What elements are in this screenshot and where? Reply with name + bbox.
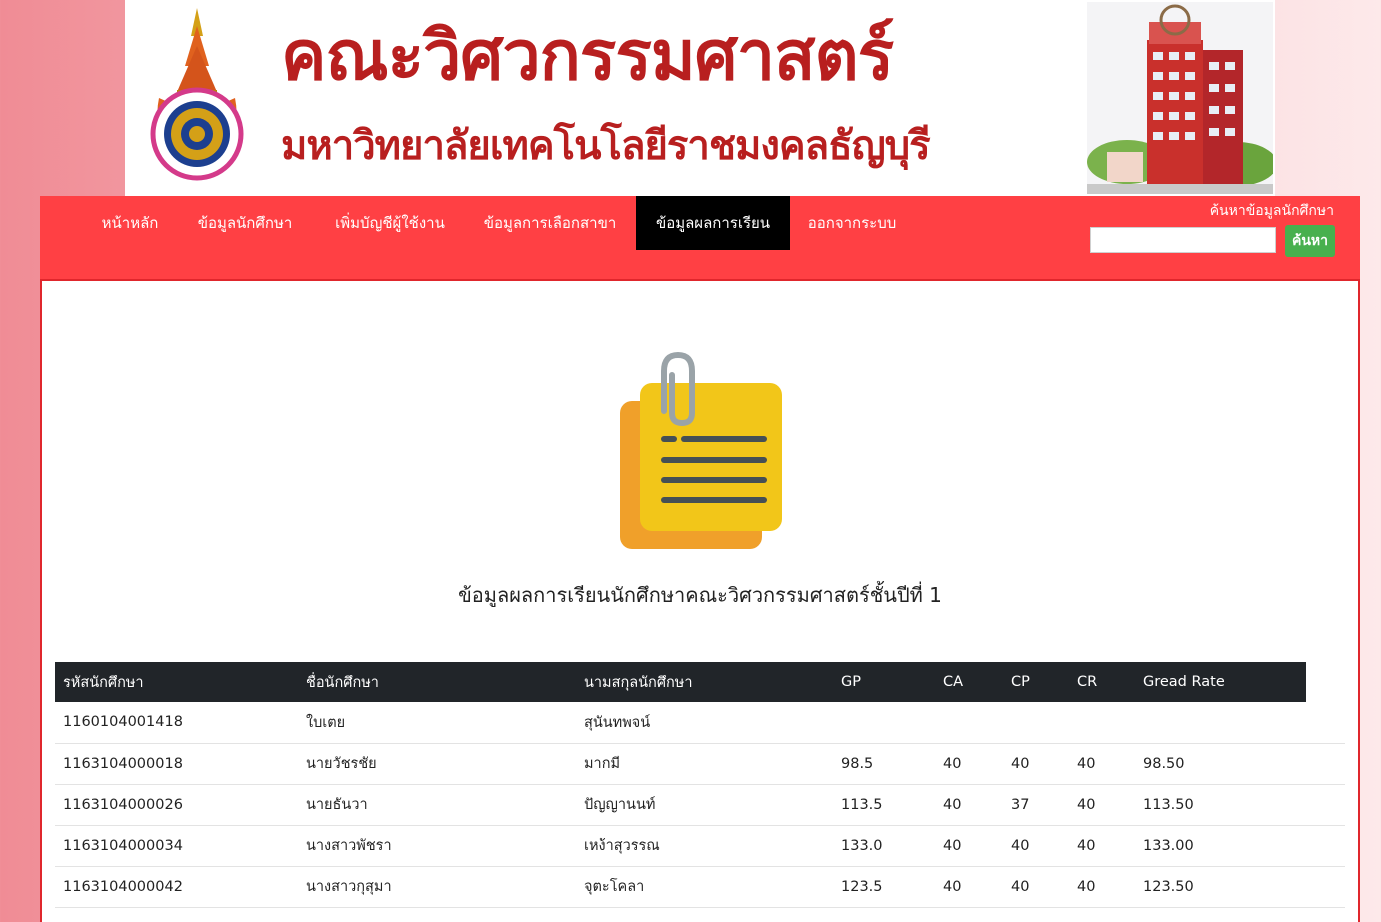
cell-spacer <box>1306 784 1345 826</box>
results-table: รหัสนักศึกษา ชื่อนักศึกษา นามสกุลนักศึกษ… <box>55 662 1345 908</box>
cell-cp: 40 <box>1003 825 1069 867</box>
banner-title: คณะวิศวกรรมศาสตร์ <box>281 17 894 96</box>
cell-cp: 40 <box>1003 866 1069 908</box>
cell-last-name: จุตะโคลา <box>576 866 833 908</box>
main-nav: หน้าหลัก ข้อมูลนักศึกษา เพิ่มบัญชีผู้ใช้… <box>40 196 1360 280</box>
cell-student-id: 1163104000026 <box>55 784 298 826</box>
cell-cp: 40 <box>1003 743 1069 785</box>
cell-spacer <box>1306 743 1345 785</box>
cell-gp: 133.0 <box>833 825 935 867</box>
column-header-ca: CA <box>935 662 1003 702</box>
page-heading: ข้อมูลผลการเรียนนักศึกษาคณะวิศวกรรมศาสตร… <box>458 583 942 607</box>
column-header-cr: CR <box>1069 662 1135 702</box>
cell-student-id: 1163104000034 <box>55 825 298 867</box>
table-row: 1163104000026 นายธันวา ปัญญานนท์ 113.5 4… <box>55 784 1345 826</box>
search-input[interactable] <box>1090 227 1276 253</box>
nav-item-grades[interactable]: ข้อมูลผลการเรียน <box>636 196 790 250</box>
cell-ca: 40 <box>935 743 1003 785</box>
cell-cr: 40 <box>1069 825 1135 867</box>
table-header-row: รหัสนักศึกษา ชื่อนักศึกษา นามสกุลนักศึกษ… <box>55 662 1345 702</box>
cell-cr: 40 <box>1069 866 1135 908</box>
cell-cr: 40 <box>1069 743 1135 785</box>
table-row: 1160104001418 ใบเตย สุนันทพจน์ <box>55 702 1345 744</box>
cell-spacer <box>1306 702 1345 744</box>
cell-grade-rate: 98.50 <box>1135 743 1306 785</box>
cell-cp <box>1003 702 1069 744</box>
header-spacer <box>1306 662 1345 702</box>
cell-last-name: สุนันทพจน์ <box>576 702 833 744</box>
cell-student-id: 1163104000018 <box>55 743 298 785</box>
cell-first-name: นายวัชรชัย <box>298 743 576 785</box>
cell-student-id: 1160104001418 <box>55 702 298 744</box>
nav-item-home[interactable]: หน้าหลัก <box>84 196 176 250</box>
cell-first-name: นายธันวา <box>298 784 576 826</box>
table-row: 1163104000042 นางสาวกุสุมา จุตะโคลา 123.… <box>55 866 1345 908</box>
table-row: 1163104000018 นายวัชรชัย มากมี 98.5 40 4… <box>55 743 1345 785</box>
cell-student-id: 1163104000042 <box>55 866 298 908</box>
cell-spacer <box>1306 866 1345 908</box>
column-header-gp: GP <box>833 662 935 702</box>
sticky-notes-icon <box>620 351 782 549</box>
column-header-cp: CP <box>1003 662 1069 702</box>
university-seal-icon <box>150 8 244 181</box>
nav-item-add-account[interactable]: เพิ่มบัญชีผู้ใช้งาน <box>316 196 464 250</box>
cell-ca <box>935 702 1003 744</box>
cell-grade-rate: 123.50 <box>1135 866 1306 908</box>
nav-item-students[interactable]: ข้อมูลนักศึกษา <box>180 196 310 250</box>
cell-cr: 40 <box>1069 784 1135 826</box>
column-header-first-name: ชื่อนักศึกษา <box>298 662 576 702</box>
cell-gp: 98.5 <box>833 743 935 785</box>
cell-gp <box>833 702 935 744</box>
cell-cr <box>1069 702 1135 744</box>
banner: คณะวิศวกรรมศาสตร์ มหาวิทยาลัยเทคโนโลยีรา… <box>125 0 1275 196</box>
cell-first-name: นางสาวพัชรา <box>298 825 576 867</box>
cell-grade-rate: 113.50 <box>1135 784 1306 826</box>
nav-item-logout[interactable]: ออกจากระบบ <box>796 196 908 250</box>
table-row: 1163104000034 นางสาวพัชรา เหง้าสุวรรณ 13… <box>55 825 1345 867</box>
cell-last-name: มากมี <box>576 743 833 785</box>
content-panel: ข้อมูลผลการเรียนนักศึกษาคณะวิศวกรรมศาสตร… <box>40 279 1360 922</box>
nav-item-major-selection[interactable]: ข้อมูลการเลือกสาขา <box>468 196 632 250</box>
cell-last-name: เหง้าสุวรรณ <box>576 825 833 867</box>
cell-grade-rate: 133.00 <box>1135 825 1306 867</box>
search-label: ค้นหาข้อมูลนักศึกษา <box>1209 203 1334 219</box>
cell-ca: 40 <box>935 784 1003 826</box>
column-header-last-name: นามสกุลนักศึกษา <box>576 662 833 702</box>
cell-cp: 37 <box>1003 784 1069 826</box>
cell-gp: 123.5 <box>833 866 935 908</box>
column-header-student-id: รหัสนักศึกษา <box>55 662 298 702</box>
search-button[interactable]: ค้นหา <box>1285 225 1335 257</box>
faculty-building-image <box>1087 2 1273 194</box>
cell-grade-rate <box>1135 702 1306 744</box>
column-header-grade-rate: Gread Rate <box>1135 662 1306 702</box>
banner-subtitle: มหาวิทยาลัยเทคโนโลยีราชมงคลธัญบุรี <box>281 123 931 169</box>
cell-ca: 40 <box>935 866 1003 908</box>
cell-ca: 40 <box>935 825 1003 867</box>
cell-spacer <box>1306 825 1345 867</box>
cell-first-name: นางสาวกุสุมา <box>298 866 576 908</box>
cell-first-name: ใบเตย <box>298 702 576 744</box>
cell-last-name: ปัญญานนท์ <box>576 784 833 826</box>
cell-gp: 113.5 <box>833 784 935 826</box>
